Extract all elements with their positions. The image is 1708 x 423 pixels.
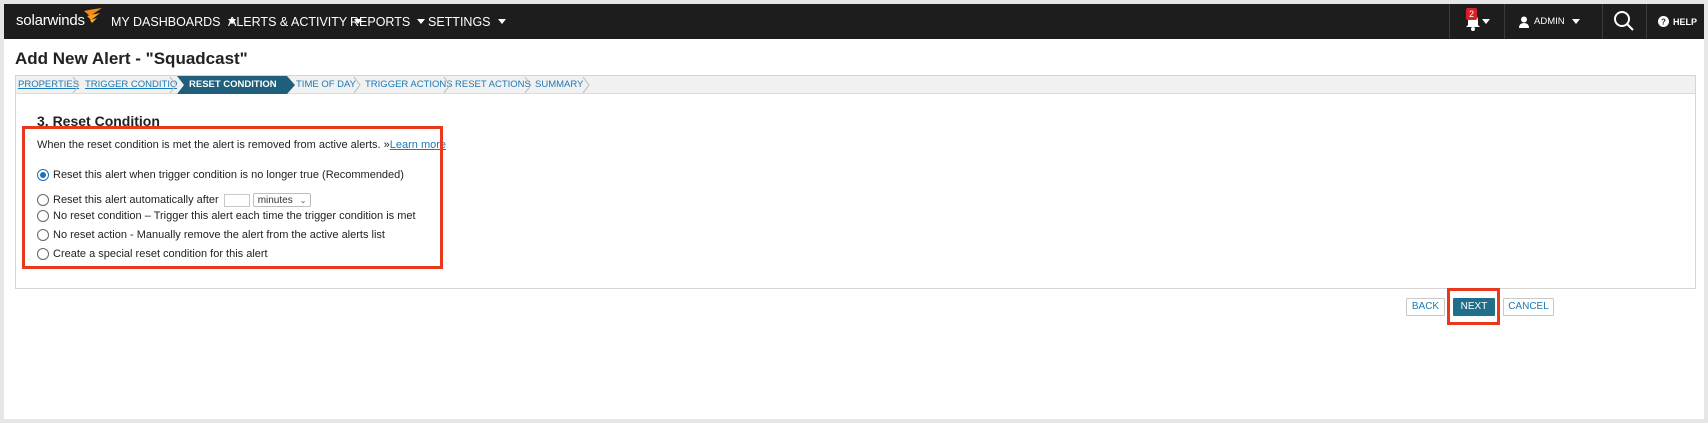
step-time-of-day[interactable]: TIME OF DAY [296,76,356,94]
wizard-steps: PROPERTIES TRIGGER CONDITION RESET CONDI… [16,76,1695,94]
caret-down-icon [1482,19,1490,24]
caret-down-icon [1571,19,1580,24]
cancel-button[interactable]: CANCEL [1503,298,1554,316]
back-button[interactable]: BACK [1406,298,1445,316]
step-summary[interactable]: SUMMARY [535,76,583,94]
search-button[interactable] [1604,4,1642,39]
nav-alerts-activity[interactable]: ALERTS & ACTIVITY [228,4,363,39]
nav-reports[interactable]: REPORTS [350,4,426,39]
nav-settings-label: SETTINGS [428,14,491,29]
step-properties[interactable]: PROPERTIES [18,76,79,94]
nav-settings[interactable]: SETTINGS [428,4,506,39]
user-icon [1519,16,1529,28]
caret-down-icon [497,19,506,24]
app-frame: solarwinds MY DASHBOARDS ALERTS & ACTIVI… [4,4,1704,419]
highlight-box-options [22,126,443,269]
chevron-right-icon [287,76,295,94]
highlight-box-next [1447,288,1500,325]
chevron-right-icon [524,76,532,94]
nav-my-dashboards[interactable]: MY DASHBOARDS [111,4,236,39]
search-icon [1614,11,1634,31]
notifications-button[interactable]: 2 [1456,4,1492,39]
user-menu[interactable]: ADMIN [1519,4,1580,39]
page-title: Add New Alert - "Squadcast" [15,49,248,68]
chevron-right-icon [443,76,451,94]
step-reset-condition-active[interactable]: RESET CONDITION [177,76,295,94]
nav-divider [1646,4,1647,39]
notification-badge: 2 [1466,8,1477,20]
logo-text: solarwinds [16,12,85,29]
chevron-right-icon [72,76,80,94]
nav-reports-label: REPORTS [350,14,411,29]
svg-text:?: ? [1661,18,1666,27]
step-reset-condition-label: RESET CONDITION [189,79,277,90]
nav-divider [1504,4,1505,39]
chevron-right-icon [353,76,361,94]
step-reset-actions[interactable]: RESET ACTIONS [455,76,531,94]
nav-my-dashboards-label: MY DASHBOARDS [111,14,221,29]
nav-alerts-activity-label: ALERTS & ACTIVITY [228,14,348,29]
user-label: ADMIN [1534,16,1565,27]
chevron-right-icon [582,76,590,94]
step-trigger-actions[interactable]: TRIGGER ACTIONS [365,76,453,94]
caret-down-icon [417,19,426,24]
help-label: HELP [1673,16,1698,27]
help-button[interactable]: ? HELP [1658,4,1697,39]
nav-divider [1602,4,1603,39]
chevron-right-icon [177,76,184,94]
solarwinds-logo[interactable]: solarwinds [16,8,102,32]
top-nav: solarwinds MY DASHBOARDS ALERTS & ACTIVI… [4,4,1704,39]
help-icon: ? [1658,16,1669,27]
solarwinds-flame-icon [84,8,102,23]
nav-divider [1449,4,1450,39]
